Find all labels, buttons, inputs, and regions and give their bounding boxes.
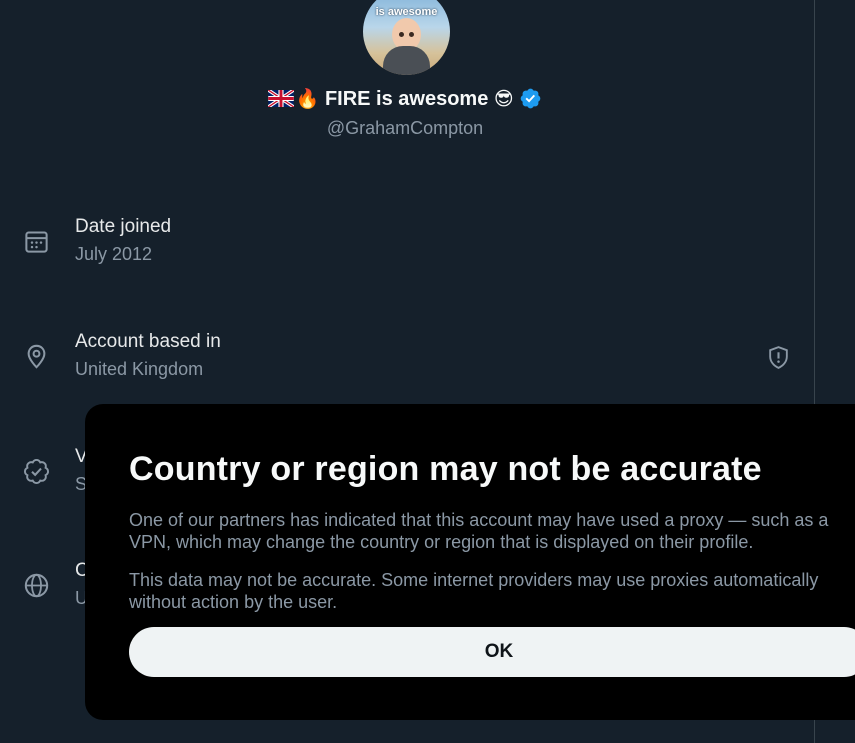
dialog-paragraph-proxy: One of our partners has indicated that t… [129,510,829,552]
avatar[interactable]: is awesome [363,0,450,75]
verified-badge-icon[interactable] [519,87,542,110]
row-account-based-in: Account based in United Kingdom [0,331,814,391]
avatar-eye [409,32,414,37]
row-label: Date joined [75,216,172,237]
avatar-eye [399,32,404,37]
avatar-caption: is awesome [375,6,438,18]
ok-button[interactable]: OK [129,627,855,677]
sunglasses-emoji-icon: 😎 [493,89,514,110]
row-label: Account based in [75,331,221,352]
profile-handle: @GrahamCompton [326,118,484,138]
dialog-paragraph-accuracy: This data may not be accurate. Some inte… [129,570,819,612]
location-pin-icon [27,344,46,369]
fire-emoji-icon: 🔥 [295,89,320,110]
row-value: July 2012 [75,244,153,264]
row-date-joined: Date joined July 2012 [0,216,814,276]
row-value: United Kingdom [75,359,204,379]
avatar-body [383,46,430,75]
accuracy-dialog: Country or region may not be accurate On… [85,404,855,720]
shield-alert-icon[interactable] [766,345,791,370]
display-name: 🔥 FIRE is awesome 😎 [0,87,810,111]
dialog-title: Country or region may not be accurate [129,450,762,488]
globe-icon [24,573,49,598]
verified-check-icon [24,459,49,484]
calendar-icon [25,231,48,253]
display-name-text: FIRE is awesome [324,88,489,110]
uk-flag-icon [267,90,294,107]
